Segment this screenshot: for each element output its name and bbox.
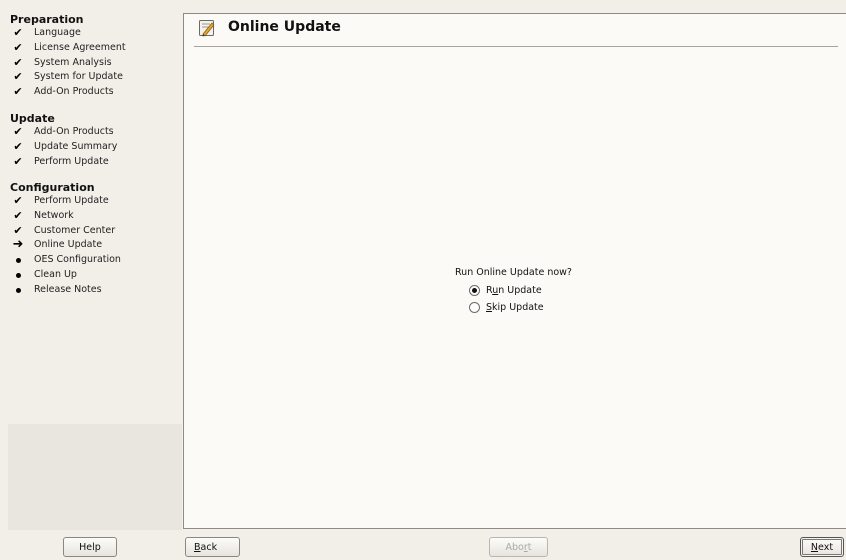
help-button[interactable]: Help [63, 537, 117, 557]
check-icon: ✔ [13, 26, 23, 39]
run-update-radio[interactable] [469, 285, 480, 296]
step-label: Perform Update [34, 195, 109, 206]
abort-button[interactable]: Abo r t [489, 537, 548, 557]
check-icon: ✔ [13, 40, 23, 54]
skip-update-label[interactable]: Skip Update [486, 302, 544, 313]
group-title: Preparation [10, 13, 84, 26]
bullet-icon [10, 258, 26, 264]
run-update-question: Run Online Update now? [455, 267, 572, 278]
step-clean-up: Clean Up [8, 268, 180, 283]
step-label: Perform Update [34, 155, 109, 167]
step-label: Online Update [34, 239, 103, 251]
step-language: ✔ Language [8, 26, 180, 41]
check-icon: ✔ [13, 208, 23, 222]
edit-document-icon [198, 19, 216, 37]
main-panel: Online Update Run Online Update now? Run… [183, 13, 846, 529]
step-customer-center: ✔ Customer Center [8, 224, 180, 239]
step-label: Language [34, 27, 81, 38]
check-icon: ✔ [13, 125, 23, 138]
arrow-right-icon: ➜ [12, 237, 24, 253]
wizard-sidebar: Preparation ✔ Language ✔ License Agreement… [0, 0, 182, 532]
step-label: Clean Up [34, 268, 77, 280]
step-label: System for Update [34, 71, 123, 83]
step-group-update: Update ✔ Add-On Products ✔ Update Summary … [8, 112, 180, 169]
check-icon: ✔ [13, 55, 23, 69]
step-group-preparation: Preparation ✔ Language ✔ License Agreement… [8, 13, 180, 100]
step-online-update: ➜ Online Update [8, 238, 180, 253]
step-add-on-products: ✔ Add-On Products [8, 125, 180, 140]
header-divider [194, 46, 838, 47]
check-icon: ✔ [13, 154, 23, 168]
step-label: Release Notes [34, 283, 102, 295]
bullet-icon [10, 272, 26, 278]
skip-update-radio[interactable] [469, 302, 480, 313]
step-system-analysis: ✔ System Analysis [8, 56, 180, 71]
step-label: Network [34, 209, 74, 221]
run-update-radio-option[interactable]: Run Update [469, 285, 542, 296]
check-icon: ✔ [13, 139, 23, 153]
bullet-icon [10, 287, 26, 293]
back-button[interactable]: Back [185, 537, 240, 557]
step-perform-update: ✔ Perform Update [8, 155, 180, 170]
group-title: Update [10, 112, 55, 125]
step-label: OES Configuration [34, 254, 121, 266]
step-license-agreement: ✔ License Agreement [8, 41, 180, 56]
page-title: Online Update [228, 19, 341, 35]
step-label: License Agreement [34, 41, 126, 53]
step-label: System Analysis [34, 56, 112, 68]
next-button[interactable]: Next [800, 537, 844, 557]
step-oes-configuration: OES Configuration [8, 253, 180, 268]
step-group-configuration: Configuration ✔ Perform Update ✔ Network ✔… [8, 181, 180, 298]
check-icon: ✔ [13, 194, 23, 207]
step-add-on-products: ✔ Add-On Products [8, 85, 180, 100]
step-network: ✔ Network [8, 209, 180, 224]
step-label: Add-On Products [34, 86, 114, 98]
step-label: Customer Center [34, 224, 116, 236]
run-update-label[interactable]: Run Update [486, 285, 542, 296]
step-label: Add-On Products [34, 126, 114, 137]
check-icon: ✔ [13, 70, 23, 84]
step-label: Update Summary [34, 140, 118, 152]
skip-update-radio-option[interactable]: Skip Update [469, 302, 544, 313]
step-perform-update: ✔ Perform Update [8, 194, 180, 209]
sidebar-footer-area [8, 424, 182, 530]
step-release-notes: Release Notes [8, 283, 180, 298]
group-title: Configuration [10, 181, 95, 194]
check-icon: ✔ [13, 223, 23, 237]
step-system-for-update: ✔ System for Update [8, 70, 180, 85]
step-update-summary: ✔ Update Summary [8, 140, 180, 155]
check-icon: ✔ [13, 85, 23, 99]
